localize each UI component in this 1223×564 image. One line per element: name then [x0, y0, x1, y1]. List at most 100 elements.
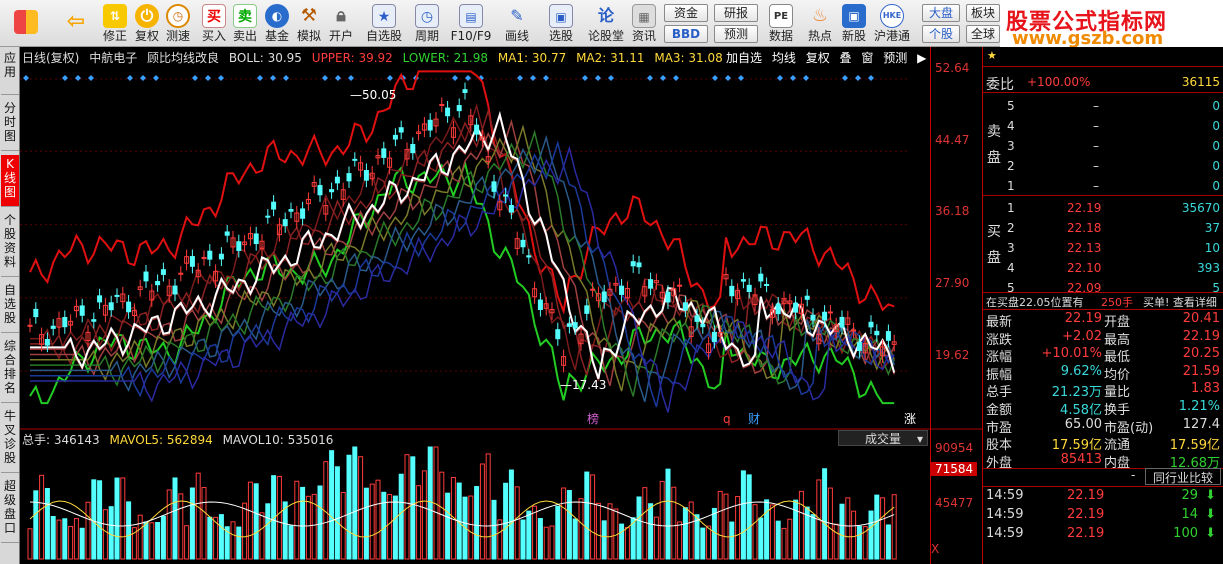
sell-level-row[interactable]: 5 – 0	[983, 97, 1223, 117]
quote-panel: ★ 委比 +100.00% 36115 卖盘 5–0 4–0 3–0 2–0 1–0 买盘 1 22.1…	[982, 47, 1223, 564]
tab-zonghe-paiming[interactable]: 综合排名	[1, 337, 19, 403]
same-industry-compare-tab[interactable]: 同行业比较	[1145, 468, 1221, 485]
buy-button[interactable]: 买 买入	[199, 2, 229, 45]
candle-body	[427, 119, 433, 131]
total-volume-text: 总手: 346143	[22, 433, 100, 447]
candle-body	[601, 291, 607, 303]
volume-bar	[653, 516, 659, 560]
sell-button[interactable]: 卖 卖出	[230, 2, 260, 45]
hk-connect-button[interactable]: HKE 沪港通	[872, 2, 912, 45]
stat-row: 涨幅 +10.01% 最低 20.25	[983, 346, 1223, 365]
tab-fenshi[interactable]: 分时图	[1, 99, 19, 151]
period-text: 日线(复权)	[22, 51, 80, 65]
level-volume: 35670	[1181, 201, 1220, 215]
candle-body	[758, 273, 764, 282]
yuce-button[interactable]: 预测	[714, 25, 758, 43]
volume-bar	[79, 527, 85, 560]
sell-level-row[interactable]: 3 – 0	[983, 137, 1223, 157]
volume-bar	[160, 515, 166, 560]
candle-body	[160, 269, 166, 275]
guppy-ma-line	[30, 113, 895, 381]
open-account-button[interactable]: 🔒︎ 开户	[326, 2, 356, 45]
f10-button[interactable]: ▤ F10/F9	[450, 2, 492, 45]
candle-body	[282, 219, 288, 227]
big-order-notice[interactable]: 在买盘22.05位置有 250手 买单! 查看详细	[983, 293, 1223, 309]
indicator-info-line: 日线(复权) 中航电子 顾比均线改良 BOLL: 30.95 UPPER: 39…	[22, 49, 729, 65]
buy-label: 买入	[201, 29, 226, 43]
period-button[interactable]: ◷ 周期	[410, 2, 444, 45]
yanbao-button[interactable]: 研报	[714, 4, 758, 22]
simulate-button[interactable]: ⚒ 模拟	[294, 2, 324, 45]
close-mark[interactable]: X	[931, 542, 939, 556]
kline-chart-area[interactable]: —50.05 —17.43 榜 q 财 涨 日线(复权) 中航电子 顾比均线改良 BOLL…	[20, 47, 982, 564]
volume-bar	[276, 475, 282, 560]
upper-value: UPPER: 39.92	[311, 51, 393, 65]
dapan-button[interactable]: 大盘	[922, 4, 960, 22]
overlay-button[interactable]: 叠	[840, 51, 852, 65]
kline-chart-canvas[interactable]: —50.05 —17.43 榜 q 财 涨	[20, 47, 982, 564]
window-button[interactable]: 窗	[861, 51, 873, 65]
news-button[interactable]: ▦ 资讯	[628, 2, 660, 45]
volume-bar	[358, 456, 364, 560]
volume-bar	[845, 497, 851, 560]
stat-row: 最新 22.19 开盘 20.41	[983, 311, 1223, 330]
play-icon[interactable]: ▶	[917, 51, 926, 65]
buy-level-row[interactable]: 2 22.18 37	[983, 219, 1223, 239]
watchlist-button[interactable]: ★ 自选股	[364, 2, 404, 45]
tab-gegu-ziliao[interactable]: 个股资料	[1, 211, 19, 277]
bbd-button[interactable]: BBD	[664, 25, 708, 43]
cesu-button[interactable]: ◷ 测速	[163, 2, 193, 45]
ma-button[interactable]: 均线	[772, 51, 796, 65]
zijin-button[interactable]: 资金	[664, 4, 708, 22]
sell-level-row[interactable]: 2 – 0	[983, 157, 1223, 177]
volume-bar	[207, 516, 213, 560]
volume-bar	[642, 487, 648, 560]
buy-level-row[interactable]: 1 22.19 35670	[983, 199, 1223, 219]
data-button[interactable]: PE 数据	[764, 2, 798, 45]
forecast-button[interactable]: 预测	[883, 51, 907, 65]
forum-button[interactable]: 论 论股堂	[586, 2, 626, 45]
fuquan-toggle-button[interactable]: 复权	[806, 51, 830, 65]
volume-bar	[723, 493, 729, 560]
buy-level-row[interactable]: 3 22.13 10	[983, 239, 1223, 259]
tab-zixuangu[interactable]: 自选股	[1, 281, 19, 333]
stat-key: 量比	[1104, 385, 1131, 401]
sell-level-row[interactable]: 4 – 0	[983, 117, 1223, 137]
hot-button[interactable]: ♨ 热点	[804, 2, 836, 45]
tab-chaoji-pankou[interactable]: 超级盘口	[1, 477, 19, 543]
draw-line-button[interactable]: ✎ 画线	[500, 2, 534, 45]
candle-body	[346, 173, 352, 182]
tab-kxian[interactable]: K线图	[1, 155, 19, 207]
fuquan-button[interactable]: ⏻ 复权	[132, 2, 162, 45]
event-diamond-icon	[738, 75, 744, 81]
sell-level-row[interactable]: 1 – 0	[983, 177, 1223, 197]
level-volume: 393	[1197, 261, 1220, 275]
back-button[interactable]: ⇦	[60, 2, 92, 45]
event-label-cai: 财	[748, 412, 760, 426]
volume-bar	[503, 482, 509, 560]
gegu-button[interactable]: 个股	[922, 25, 960, 43]
add-watchlist-button[interactable]: 加自选	[726, 51, 762, 65]
bankuai-button[interactable]: 板块	[966, 4, 1000, 22]
volume-bar	[485, 453, 491, 560]
buy-level-row[interactable]: 4 22.10 393	[983, 259, 1223, 279]
quanqiu-button[interactable]: 全球	[966, 25, 1000, 43]
tab-niucha-zhengu[interactable]: 牛叉诊股	[1, 407, 19, 473]
tick-price: 22.19	[1067, 488, 1105, 503]
stock-select-button[interactable]: ▣ 选股	[544, 2, 578, 45]
app-grid-button[interactable]	[8, 2, 44, 45]
tick-tab-dash[interactable]: -	[1131, 468, 1135, 482]
xiuzheng-button[interactable]: ⇅ 修正	[98, 2, 132, 45]
volume-bar	[398, 473, 404, 560]
ipo-button[interactable]: ▣ 新股	[838, 2, 870, 45]
low-price-marker: —17.43	[560, 378, 606, 392]
stat-key: 涨跌	[986, 332, 1013, 348]
fund-button[interactable]: ◐ 基金	[262, 2, 292, 45]
candle-body	[503, 194, 509, 197]
tab-yingyong[interactable]: 应用	[1, 49, 19, 95]
news-label: 资讯	[631, 29, 656, 43]
volume-bar	[352, 446, 358, 560]
volume-indicator-select[interactable]: 成交量 ▾	[838, 430, 928, 446]
candle-body	[584, 305, 590, 314]
volume-bar	[572, 518, 578, 560]
